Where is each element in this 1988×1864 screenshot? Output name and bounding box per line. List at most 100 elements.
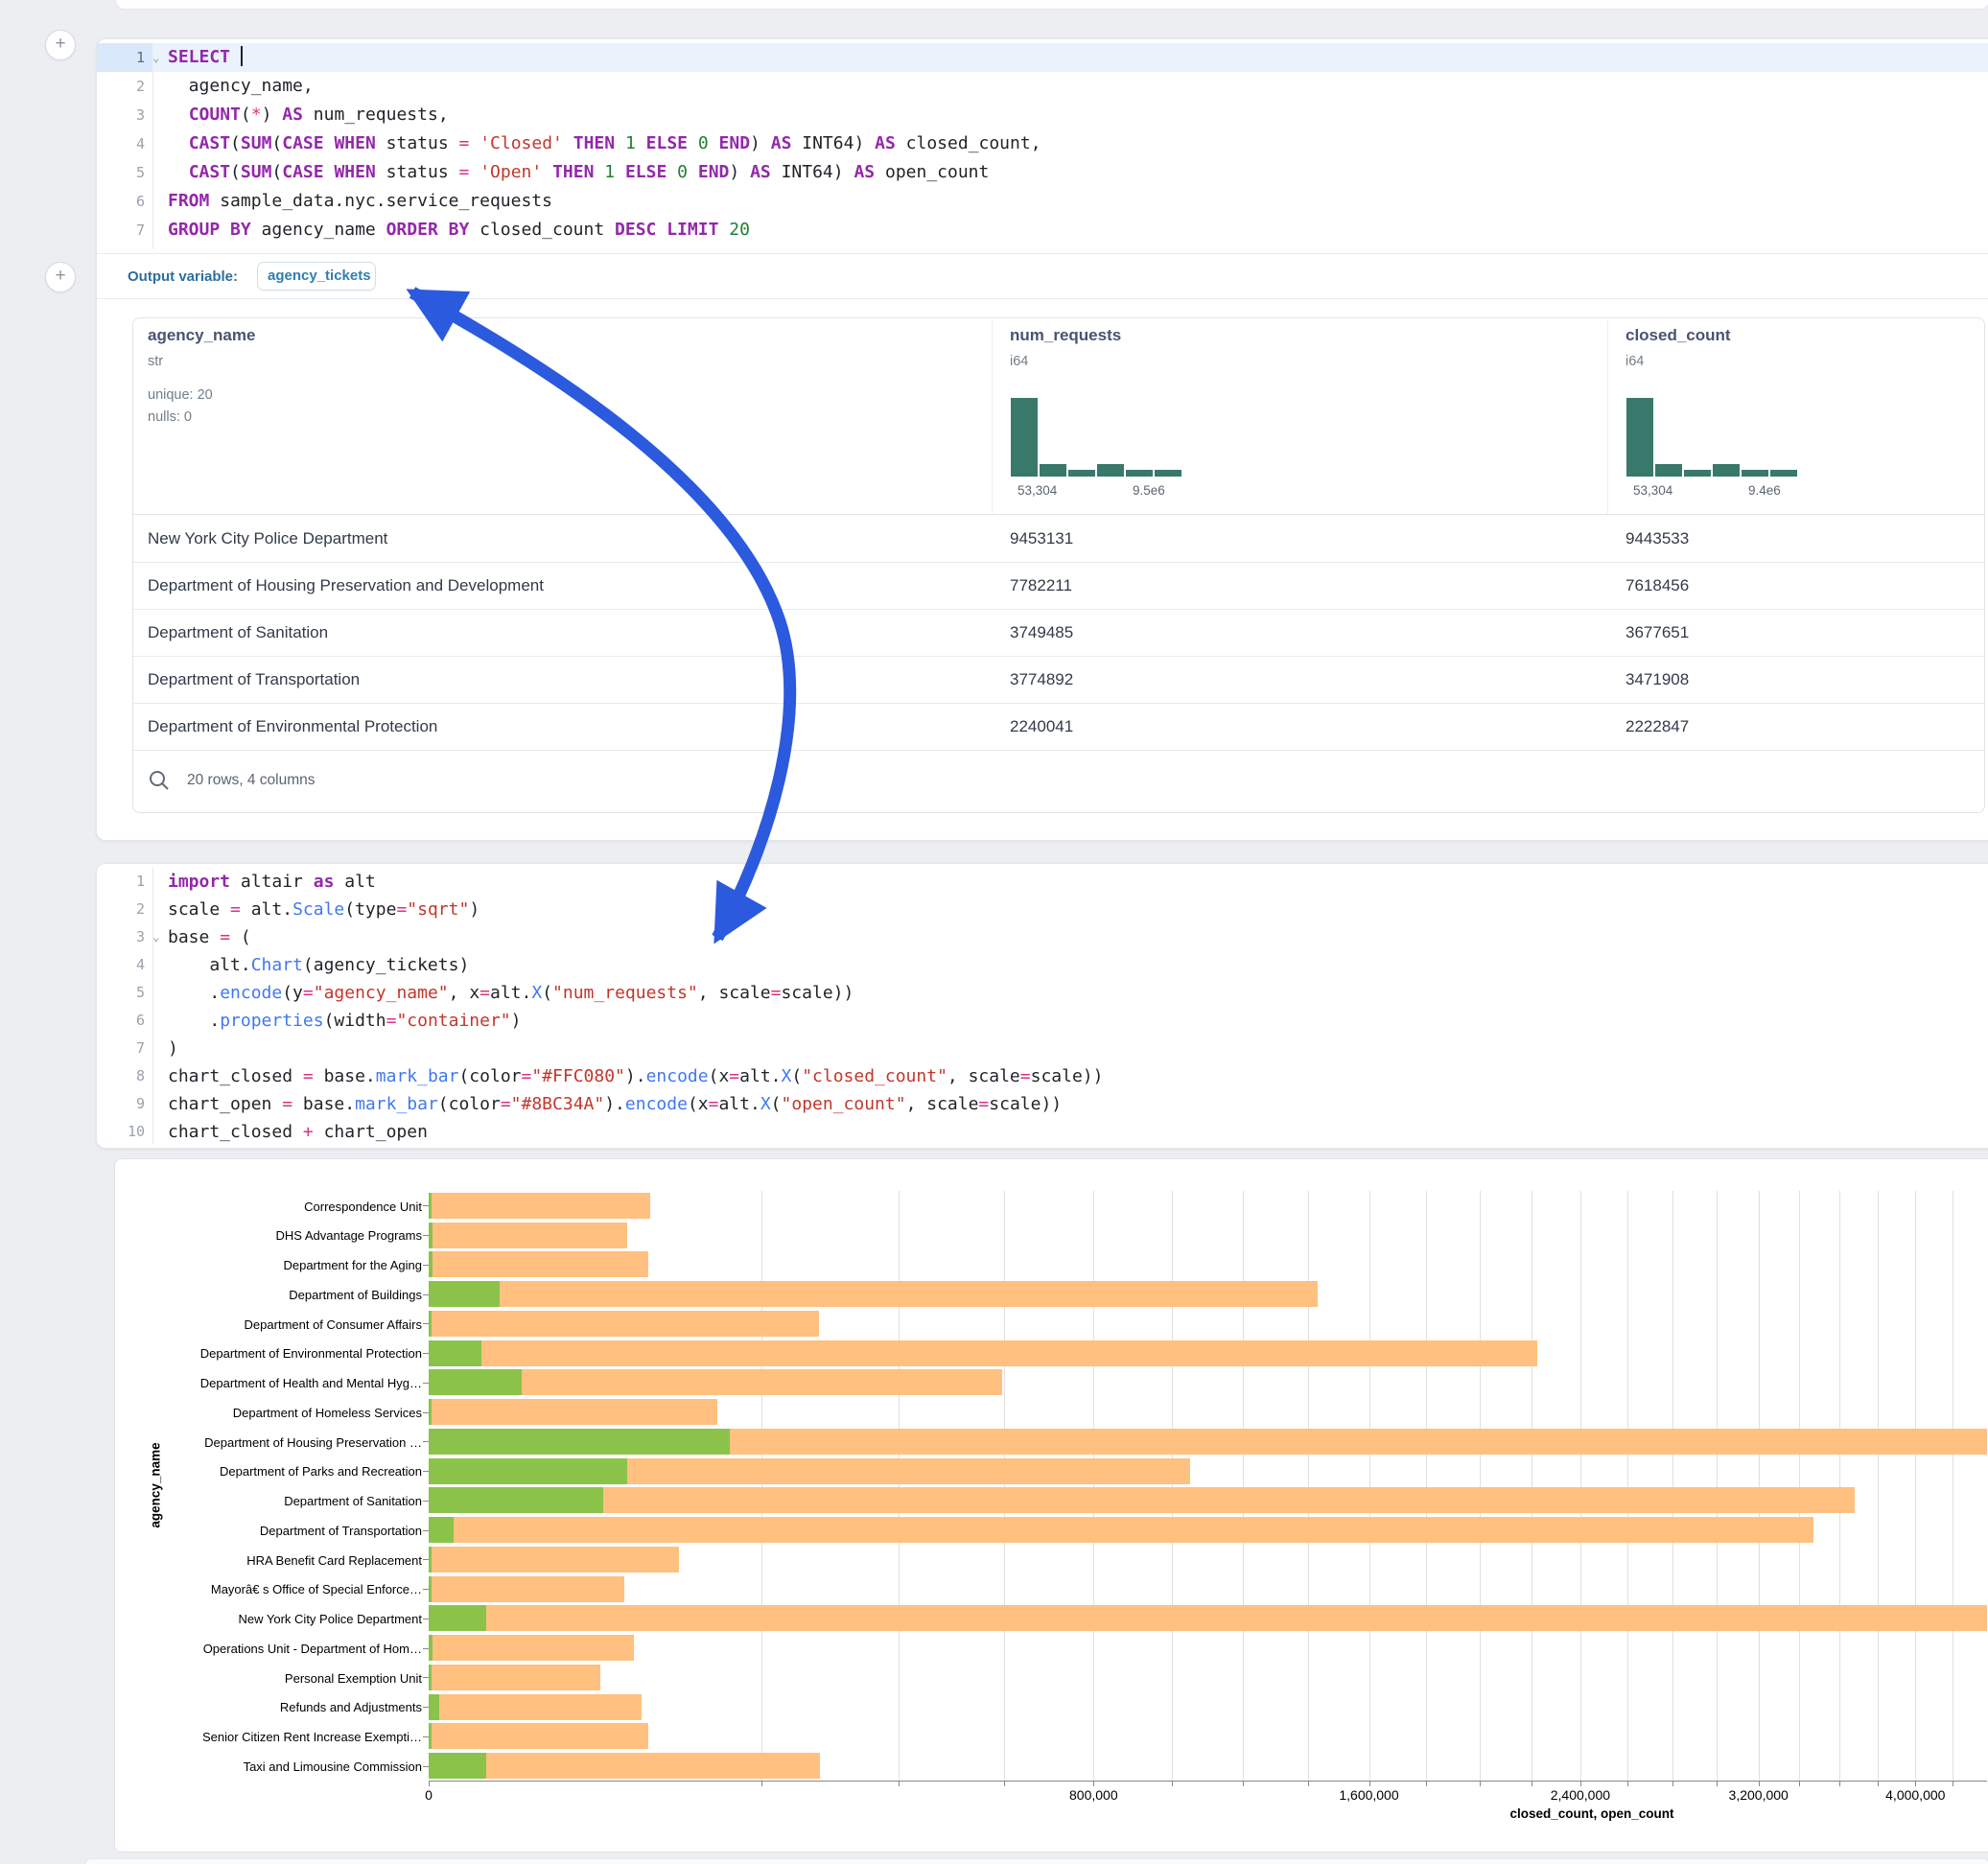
line-number: 9: [97, 1090, 152, 1118]
cell-number: 3471908: [1625, 656, 1689, 703]
line-number: 5: [97, 979, 152, 1007]
sql-cell: 1⌄SELECT 2 agency_name,3 COUNT(*) AS num…: [96, 38, 1988, 841]
code-line: 6FROM sample_data.nyc.service_requests: [97, 187, 1988, 216]
output-variable-label: Output variable:: [128, 268, 238, 285]
column-name: agency_name: [148, 326, 255, 345]
code-line: 3 COUNT(*) AS num_requests,: [97, 101, 1988, 129]
line-number: 3: [97, 923, 152, 951]
cell-number: 3749485: [1010, 609, 1073, 656]
cell-number: 3677651: [1625, 609, 1689, 656]
code-line: 2scale = alt.Scale(type="sqrt"): [97, 896, 1988, 923]
histogram-bar: [1097, 464, 1124, 477]
line-number: 7: [97, 216, 152, 245]
text-cursor: [241, 46, 243, 66]
line-number: 2: [97, 896, 152, 923]
table-row: Department of Sanitation 3749485 3677651: [133, 609, 1984, 657]
table-row-count: 20 rows, 4 columns: [187, 772, 316, 789]
column-type: str: [148, 354, 163, 369]
line-number: 5: [97, 158, 152, 187]
cell-agency-name: Department of Environmental Protection: [148, 703, 437, 750]
notebook-page: + + 1⌄SELECT 2 agency_name,3 COUNT(*) AS…: [0, 0, 1988, 1864]
histogram-bar: [1011, 398, 1038, 477]
histogram-bar: [1040, 464, 1066, 477]
line-number: 4: [97, 129, 152, 158]
code-line: 1⌄SELECT: [97, 43, 1988, 72]
histogram-bar: [1068, 470, 1095, 477]
code-line: 8chart_closed = base.mark_bar(color="#FF…: [97, 1062, 1988, 1090]
code-line: 7): [97, 1035, 1988, 1062]
code-line: 1import altair as alt: [97, 868, 1988, 896]
add-cell-button-top[interactable]: +: [45, 30, 76, 60]
code-line: 2 agency_name,: [97, 72, 1988, 101]
cell-number: 2222847: [1625, 703, 1689, 750]
histogram-min-label: 53,304: [1017, 483, 1057, 498]
result-table: agency_namestr unique: 20 nulls: 0 num_requ…: [132, 317, 1985, 813]
cell-number: 7782211: [1010, 562, 1072, 609]
column-type: i64: [1010, 354, 1028, 369]
fold-chevron-icon: ⌄: [152, 923, 168, 951]
table-header: agency_namestr unique: 20 nulls: 0 num_requ…: [133, 318, 1984, 514]
cell-number: 9443533: [1625, 515, 1689, 562]
cell-divider: [97, 298, 1988, 299]
chart-card: [114, 1158, 1988, 1852]
table-row: Department of Environmental Protection 22…: [133, 703, 1984, 751]
code-line: 5 .encode(y="agency_name", x=alt.X("num_…: [97, 979, 1988, 1007]
line-number: 8: [97, 1062, 152, 1090]
table-row: Department of Transportation377489234719…: [133, 656, 1984, 704]
line-number: 4: [97, 951, 152, 979]
cell-number: 3774892: [1010, 656, 1073, 703]
output-variable-pill[interactable]: agency_tickets: [257, 262, 376, 291]
histogram-bar: [1684, 470, 1711, 477]
column-separator: [1607, 320, 1608, 514]
code-line: 9chart_open = base.mark_bar(color="#8BC3…: [97, 1090, 1988, 1118]
table-row: New York City Police Department 9453131 94…: [133, 515, 1984, 563]
code-line: 4 CAST(SUM(CASE WHEN status = 'Closed' T…: [97, 129, 1988, 158]
code-line: 4 alt.Chart(agency_tickets): [97, 951, 1988, 979]
column-separator: [992, 320, 993, 514]
histogram-max-label: 9.4e6: [1748, 483, 1781, 498]
code-line: 3⌄base = (: [97, 923, 1988, 951]
table-row: Department of Housing Preservation and D…: [133, 562, 1984, 610]
code-line: 7GROUP BY agency_name ORDER BY closed_co…: [97, 216, 1988, 245]
code-line: 5 CAST(SUM(CASE WHEN status = 'Open' THE…: [97, 158, 1988, 187]
python-editor[interactable]: 1import altair as alt2scale = alt.Scale(…: [97, 868, 1988, 1146]
histogram-min-label: 53,304: [1633, 483, 1672, 498]
column-name: closed_count: [1625, 326, 1731, 345]
column-stat: nulls: 0: [148, 409, 192, 425]
code-line: 10chart_closed + chart_open: [97, 1118, 1988, 1146]
histogram-bar: [1155, 470, 1181, 477]
histogram-bar: [1126, 470, 1153, 477]
histogram-bar: [1770, 470, 1797, 477]
add-cell-button-output[interactable]: +: [45, 262, 76, 292]
histogram-bar: [1742, 470, 1768, 477]
cell-agency-name: Department of Sanitation: [148, 609, 328, 656]
column-type: i64: [1625, 354, 1644, 369]
line-number: 10: [97, 1118, 152, 1146]
cell-number: 2240041: [1010, 703, 1073, 750]
cell-divider: [97, 253, 1988, 254]
line-number: 7: [97, 1035, 152, 1062]
cell-number: 7618456: [1625, 562, 1689, 609]
sql-editor[interactable]: 1⌄SELECT 2 agency_name,3 COUNT(*) AS num…: [97, 43, 1988, 245]
cell-agency-name: Department of Housing Preservation and D…: [148, 562, 544, 609]
histogram-bar: [1655, 464, 1682, 477]
line-number: 6: [97, 187, 152, 216]
cell-agency-name: New York City Police Department: [148, 515, 387, 562]
python-cell: 1import altair as alt2scale = alt.Scale(…: [96, 863, 1988, 1149]
previous-cell-edge: [115, 0, 1988, 10]
code-line: 6 .properties(width="container"): [97, 1007, 1988, 1035]
line-number: 1: [97, 868, 152, 896]
fold-chevron-icon: ⌄: [152, 43, 168, 72]
search-icon[interactable]: [148, 769, 171, 797]
histogram-max-label: 9.5e6: [1133, 483, 1165, 498]
line-number: 3: [97, 101, 152, 129]
line-number: 6: [97, 1007, 152, 1035]
column-name: num_requests: [1010, 326, 1121, 345]
line-number: 1: [97, 43, 152, 72]
line-number: 2: [97, 72, 152, 101]
histogram-bar: [1626, 398, 1653, 477]
column-stat: unique: 20: [148, 387, 213, 403]
next-cell-edge: [84, 1858, 1988, 1864]
histogram-bar: [1713, 464, 1740, 477]
cell-number: 9453131: [1010, 515, 1073, 562]
